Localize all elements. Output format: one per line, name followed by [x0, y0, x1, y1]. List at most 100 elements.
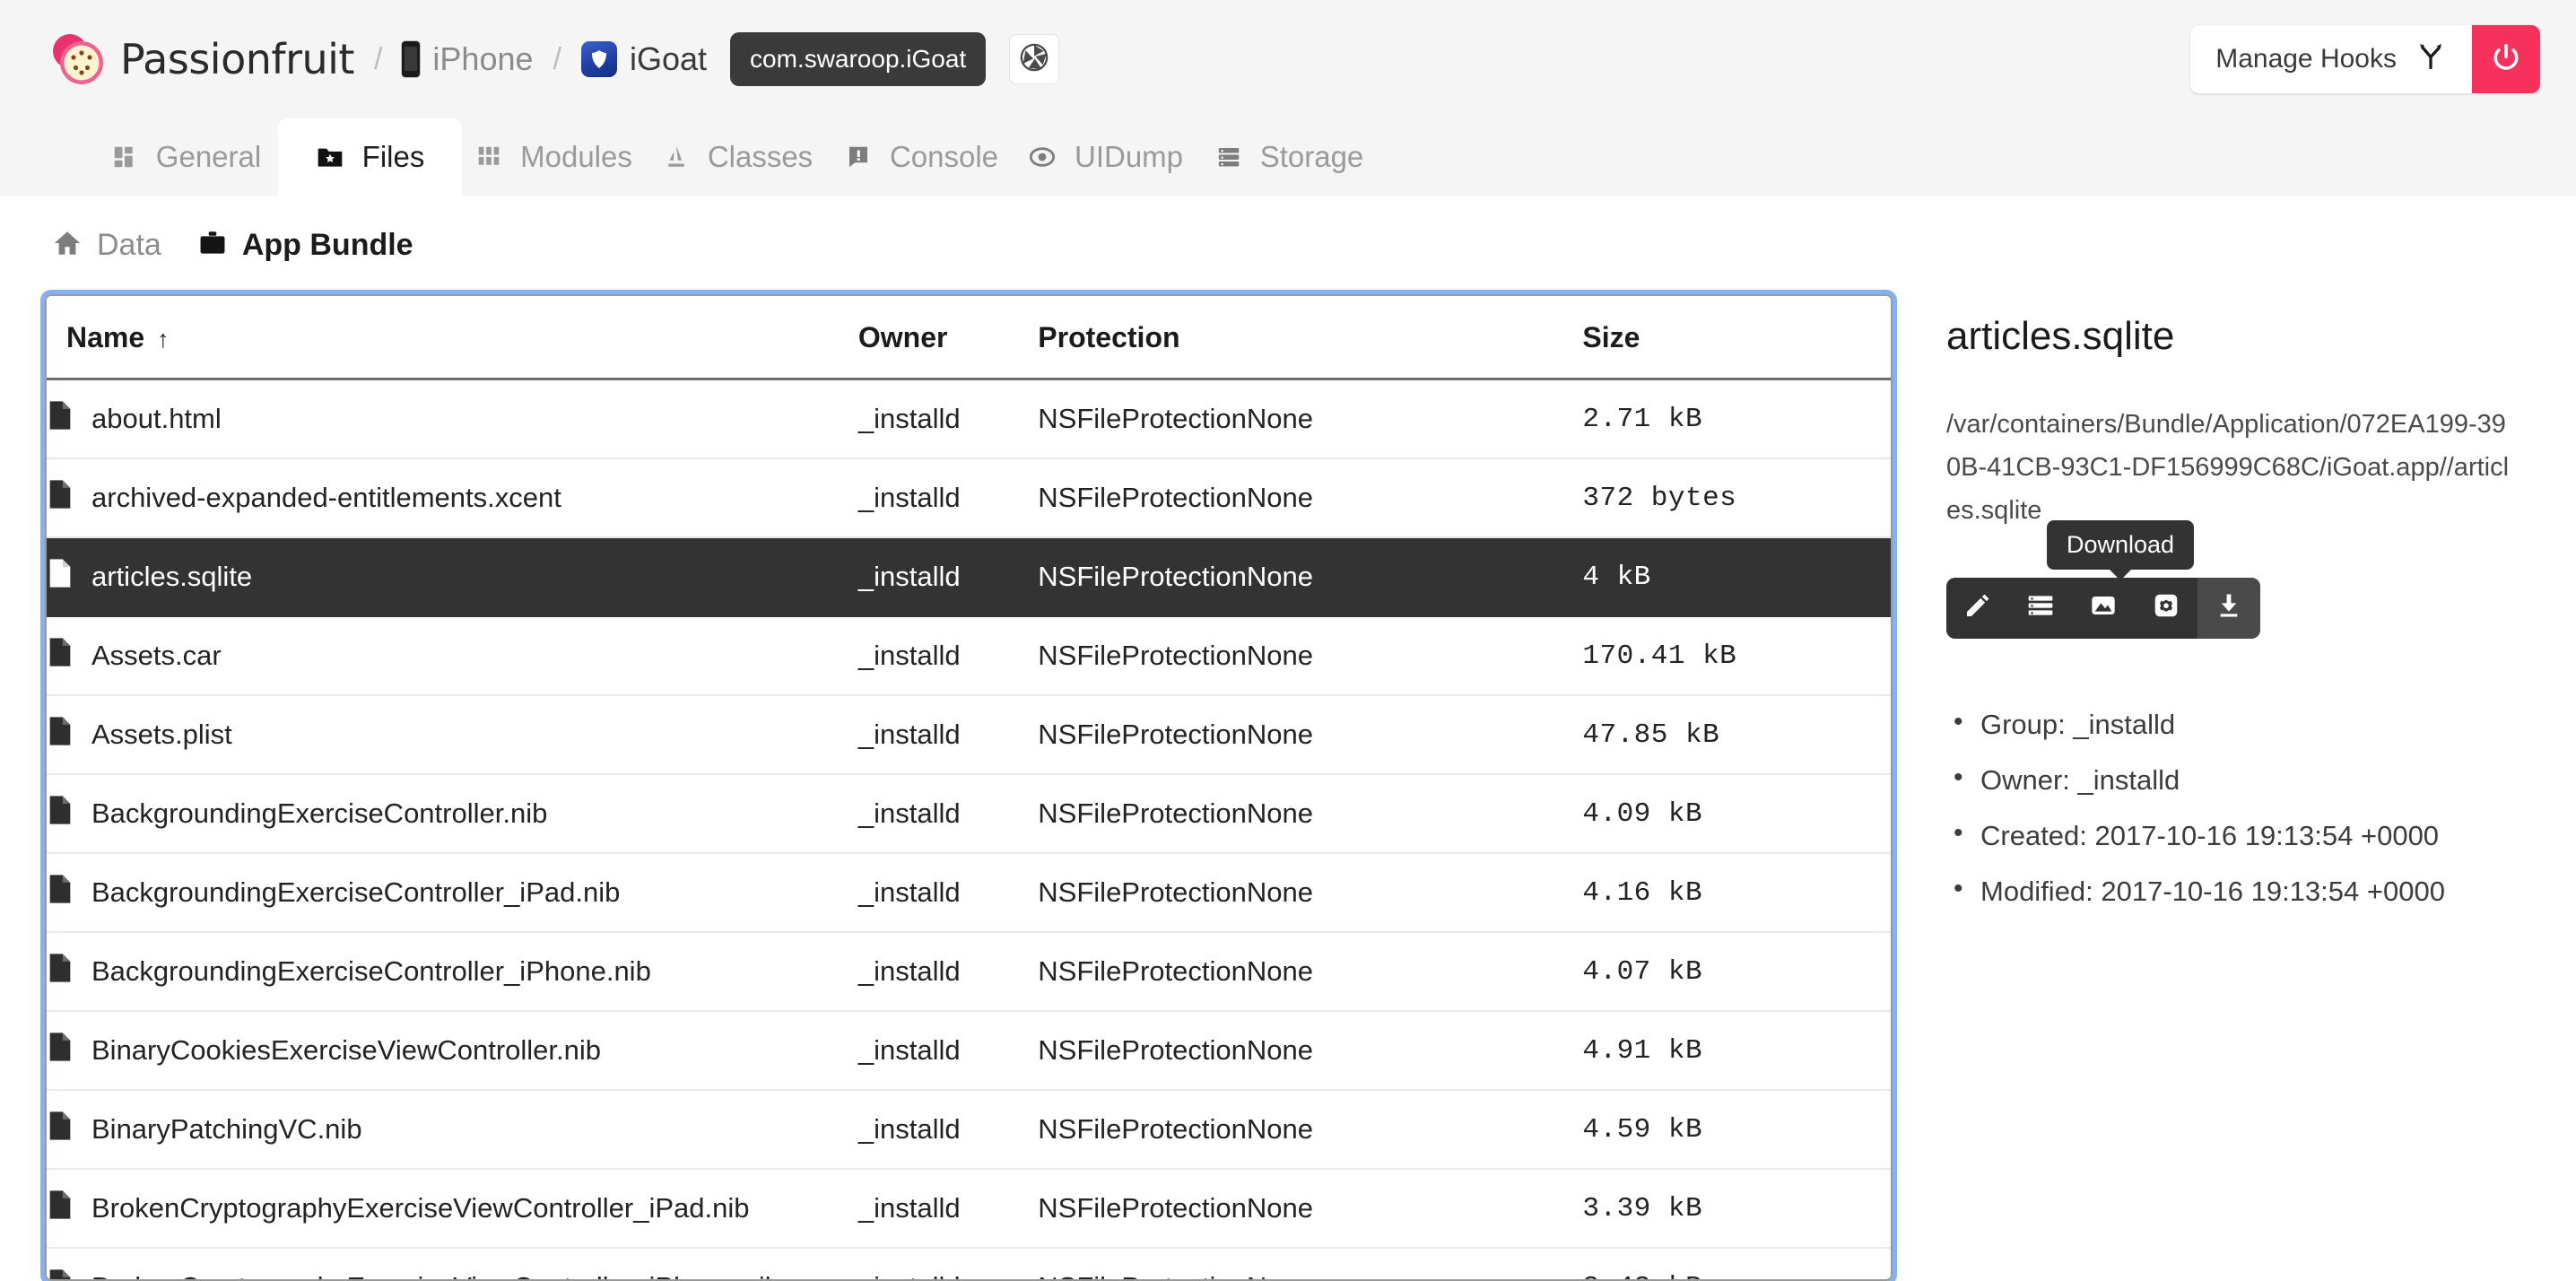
storage-icon [1215, 144, 1242, 170]
tab-uidump-label: UIDump [1074, 140, 1184, 173]
tab-uidump[interactable]: UIDump [1014, 118, 1197, 196]
column-header-protection[interactable]: Protection [1038, 296, 1583, 380]
cell-owner: _installd [857, 853, 1039, 933]
column-header-owner[interactable]: Owner [857, 296, 1039, 380]
path-breadcrumb: Data App Bundle [45, 196, 2531, 294]
table-row[interactable]: BrokenCryptographyExerciseViewController… [47, 1248, 1891, 1279]
download-button[interactable] [2197, 577, 2260, 639]
file-name: Assets.car [91, 640, 222, 671]
metadata-item: Group: _installd [1946, 707, 2531, 741]
device-crumb[interactable]: iPhone [402, 40, 534, 78]
file-metadata-list: Group: _installd Owner: _installd Created:… [1946, 707, 2531, 908]
cell-owner: _installd [857, 379, 1039, 459]
cell-name: Assets.plist [47, 695, 858, 775]
file-table-body: about.html _installd NSFileProtectionNone 2… [47, 379, 1891, 1279]
tab-modules[interactable]: Modules [462, 118, 646, 196]
passionfruit-window: Passionfruit / iPhone / iGoat com.swaroo… [0, 0, 2576, 1281]
cell-size: 372 bytes [1582, 458, 1891, 538]
metadata-item: Owner: _installd [1946, 762, 2531, 797]
cell-protection: NSFileProtectionNone [1038, 853, 1583, 933]
column-header-size[interactable]: Size [1582, 296, 1891, 380]
cell-protection: NSFileProtectionNone [1038, 1011, 1583, 1091]
cell-name: archived-expanded-entitlements.xcent [47, 458, 858, 538]
cell-owner: _installd [857, 1011, 1039, 1091]
screenshot-button[interactable] [1009, 34, 1060, 84]
cell-name: BinaryCookiesExerciseViewController.nib [47, 1011, 858, 1091]
detach-power-button[interactable] [2472, 25, 2540, 93]
brand-logo[interactable]: Passionfruit [47, 30, 354, 89]
detail-toolbar [1946, 577, 2260, 639]
cell-name: BrokenCryptographyExerciseViewController… [47, 1248, 858, 1279]
detail-title: articles.sqlite [1946, 314, 2175, 358]
tab-classes[interactable]: Classes [646, 118, 830, 196]
manage-hooks-button[interactable]: Manage Hooks [2190, 25, 2472, 93]
file-table-head: Name ↑ Owner Protection Size [47, 296, 1891, 380]
table-row[interactable]: BackgroundingExerciseController_iPad.nib… [47, 853, 1891, 933]
sort-ascending-icon: ↑ [157, 326, 170, 353]
file-icon [47, 795, 74, 832]
table-row[interactable]: BinaryCookiesExerciseViewController.nib _… [47, 1011, 1891, 1091]
tab-general[interactable]: General [94, 118, 278, 196]
tab-modules-label: Modules [520, 140, 632, 173]
console-icon [845, 144, 872, 170]
cell-owner: _installd [857, 1090, 1039, 1170]
tab-storage-label: Storage [1259, 140, 1364, 173]
cell-size: 4 kB [1582, 537, 1891, 617]
tab-console[interactable]: Console [830, 118, 1014, 196]
file-name: BackgroundingExerciseController.nib [91, 797, 548, 829]
cell-name: BackgroundingExerciseController_iPad.nib [47, 853, 858, 933]
table-row[interactable]: about.html _installd NSFileProtectionNone 2… [47, 379, 1891, 459]
column-header-name[interactable]: Name ↑ [47, 296, 858, 380]
cell-protection: NSFileProtectionNone [1038, 379, 1583, 459]
cell-protection: NSFileProtectionNone [1038, 1090, 1583, 1170]
manage-hooks-label: Manage Hooks [2215, 44, 2397, 74]
breadcrumb-label-app-bundle: App Bundle [241, 227, 413, 262]
app-crumb[interactable]: iGoat [580, 40, 707, 78]
cell-protection: NSFileProtectionNone [1038, 1248, 1583, 1279]
file-name: BinaryCookiesExerciseViewController.nib [91, 1034, 602, 1066]
tab-classes-label: Classes [707, 140, 814, 173]
table-row[interactable]: BinaryPatchingVC.nib _installd NSFileProte… [47, 1090, 1891, 1170]
table-row[interactable]: BackgroundingExerciseController.nib _inst… [47, 774, 1891, 854]
cell-name: BackgroundingExerciseController.nib [47, 774, 858, 854]
cell-name: BinaryPatchingVC.nib [47, 1090, 858, 1170]
file-icon [47, 1032, 74, 1069]
breadcrumb-item-data[interactable]: Data [52, 228, 161, 263]
table-row[interactable]: BrokenCryptographyExerciseViewController… [47, 1169, 1891, 1249]
tab-storage[interactable]: Storage [1197, 118, 1381, 196]
download-tooltip: Download [2047, 519, 2195, 580]
table-row[interactable]: articles.sqlite _installd NSFileProtection… [47, 537, 1891, 617]
device-name: iPhone [432, 40, 534, 77]
edit-button[interactable] [1946, 577, 2009, 639]
cell-name: about.html [47, 379, 858, 459]
dashboard-icon [111, 144, 138, 170]
classes-icon [663, 144, 690, 170]
metadata-item: Created: 2017-10-16 19:13:54 +0000 [1946, 818, 2531, 852]
table-row[interactable]: Assets.car _installd NSFileProtectionNone 1… [47, 616, 1891, 696]
cell-size: 47.85 kB [1582, 695, 1891, 775]
cell-protection: NSFileProtectionNone [1038, 616, 1583, 696]
image-preview-button[interactable] [2072, 577, 2135, 639]
table-row[interactable]: BackgroundingExerciseController_iPhone.n… [47, 932, 1891, 1012]
tab-files[interactable]: Files [278, 118, 462, 196]
hexdump-icon [2026, 591, 2055, 624]
table-row[interactable]: archived-expanded-entitlements.xcent _ins… [47, 458, 1891, 538]
breadcrumb-separator-2: / [553, 41, 561, 76]
hexdump-button[interactable] [2009, 577, 2072, 639]
image-preview-icon [2089, 591, 2118, 624]
cell-size: 4.09 kB [1582, 774, 1891, 854]
cell-protection: NSFileProtectionNone [1038, 458, 1583, 538]
file-table-panel[interactable]: Name ↑ Owner Protection Size about.html _i… [40, 290, 1897, 1281]
table-row[interactable]: Assets.plist _installd NSFileProtectionNon… [47, 695, 1891, 775]
cell-protection: NSFileProtectionNone [1038, 932, 1583, 1012]
plist-settings-button[interactable] [2135, 577, 2197, 639]
cell-name: Assets.car [47, 616, 858, 696]
cell-protection: NSFileProtectionNone [1038, 1169, 1583, 1249]
igoat-app-icon [580, 41, 617, 77]
file-icon [47, 637, 74, 675]
tab-files-label: Files [361, 140, 425, 173]
bundle-id-badge: com.swaroop.iGoat [730, 32, 987, 86]
breadcrumb-item-app-bundle[interactable]: App Bundle [197, 228, 413, 263]
tab-general-label: General [155, 140, 262, 173]
file-icon [47, 953, 74, 990]
